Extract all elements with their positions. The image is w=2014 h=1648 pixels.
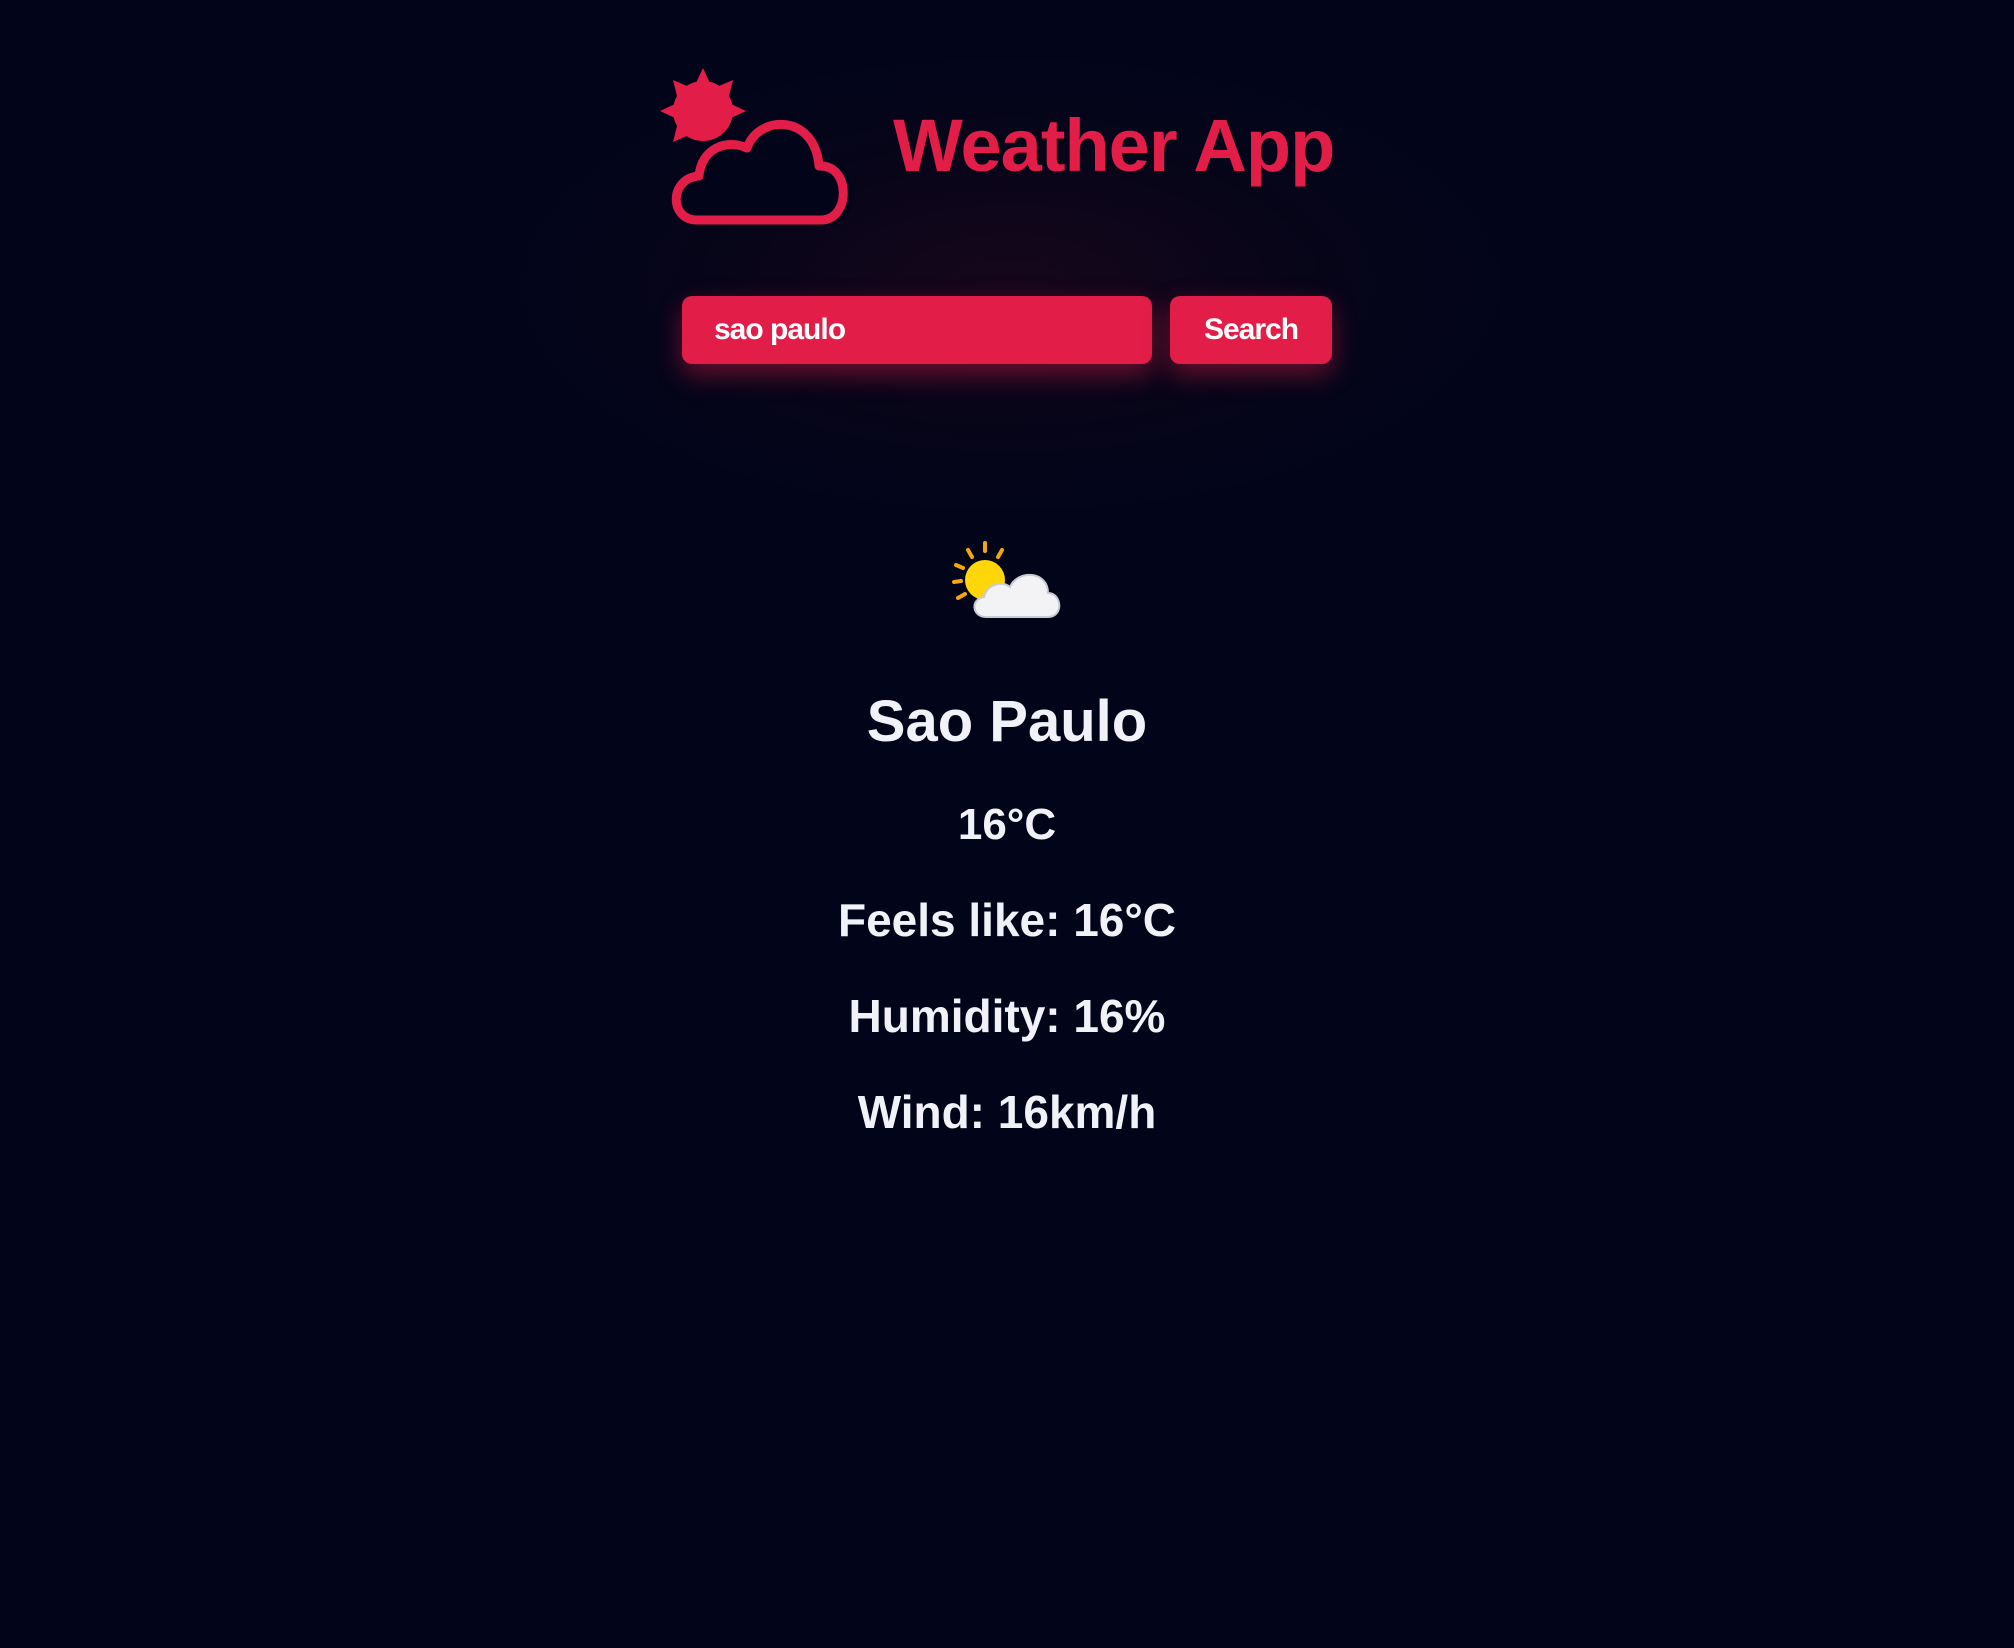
search-button[interactable]: Search: [1170, 296, 1332, 364]
city-name: Sao Paulo: [866, 689, 1148, 754]
partly-cloudy-icon: [952, 541, 1061, 618]
city-search-input[interactable]: [682, 296, 1152, 364]
feels-like: Feels like: 16°C: [837, 894, 1176, 946]
sun-cloud-logo-icon: [660, 68, 853, 226]
app-header: Weather App: [655, 68, 1335, 233]
humidity: Humidity: 16%: [848, 990, 1166, 1042]
wind-speed: Wind: 16km/h: [857, 1086, 1157, 1138]
temperature: 16°C: [957, 800, 1057, 849]
app-title: Weather App: [893, 104, 1335, 187]
search-bar: Search: [682, 296, 1332, 364]
weather-app-page: Weather App Search Sao Paulo 16°C Feels …: [0, 0, 2014, 1648]
